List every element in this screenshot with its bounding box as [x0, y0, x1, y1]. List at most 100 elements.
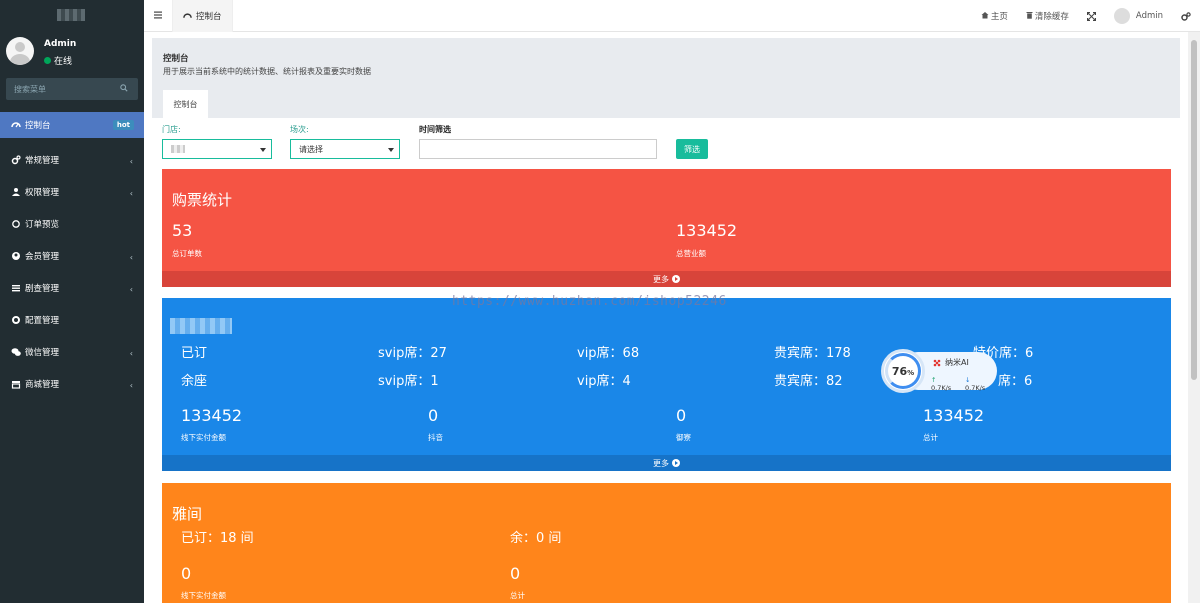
booked-label: 已订 — [181, 346, 208, 361]
time-filter-label: 时间筛选 — [419, 125, 451, 134]
tab-dashboard-sub[interactable]: 控制台 — [163, 90, 208, 118]
sidebar: Admin 在线 控制台 hot 常规管理 ‹ 权限管理 ‹ — [0, 0, 144, 603]
seat-stats-panel: 已订 svip席：27 vip席：68 贵宾席：178 特价席：6 余座 svi… — [162, 298, 1171, 471]
room-offline-value: 0 — [181, 564, 192, 583]
sidebar-menu: 控制台 hot 常规管理 ‹ 权限管理 ‹ 订单预览 会员管理 ‹ 剧查管理 ‹… — [0, 112, 144, 400]
nano-ai-logo-icon — [933, 359, 941, 366]
sidebar-item-members[interactable]: 会员管理 ‹ — [0, 240, 144, 272]
page-header: 控制台 用于展示当前系统中的统计数据、统计报表及重要实时数据 控制台 — [152, 38, 1180, 118]
session-label: 场次: — [290, 125, 309, 134]
filter-bar: 门店: 场次: 请选择 时间筛选 筛选 — [162, 124, 762, 164]
user-menu[interactable]: Admin — [1105, 8, 1172, 24]
chevron-left-icon: ‹ — [129, 189, 133, 198]
sidebar-search — [6, 78, 138, 100]
room-total-value: 0 — [510, 564, 521, 583]
douyin-value: 0 — [428, 406, 439, 425]
sidebar-item-permissions[interactable]: 权限管理 ‹ — [0, 176, 144, 208]
avatar — [6, 37, 34, 65]
session-select[interactable]: 请选择 — [290, 139, 400, 159]
shop-icon — [11, 379, 21, 389]
more-link[interactable]: 更多 — [162, 455, 1171, 471]
download-arrow-icon: ↓ — [965, 376, 971, 384]
vertical-scrollbar[interactable] — [1188, 32, 1200, 603]
memory-gauge: 76% — [881, 349, 925, 393]
booked-vip: vip席：68 — [577, 346, 640, 361]
sidebar-item-script[interactable]: 剧查管理 ‹ — [0, 272, 144, 304]
sidebar-item-config[interactable]: 配置管理 — [0, 304, 144, 336]
booked-guest: 贵宾席：178 — [774, 346, 851, 361]
offline-paid-value: 133452 — [181, 406, 243, 425]
group-icon — [11, 187, 21, 197]
widget-name: 纳米AI — [933, 357, 969, 368]
time-range-input[interactable] — [419, 139, 657, 159]
network-speed-widget[interactable]: 76% 纳米AI ↑ 0.7K/s ↓ 0.7K/s — [881, 349, 999, 393]
room-stats-panel: 雅间 已订：18 间 余：0 间 0 线下实付金额 0 总计 — [162, 483, 1171, 603]
user-circle-icon — [11, 251, 21, 261]
caret-down-icon — [260, 148, 266, 152]
total-revenue-value: 133452 — [676, 221, 738, 240]
home-link[interactable]: 主页 — [972, 10, 1017, 22]
menu-search-input[interactable] — [6, 78, 116, 100]
panel-title: 购票统计 — [172, 191, 233, 209]
hot-badge: hot — [112, 120, 134, 130]
sidebar-item-dashboard[interactable]: 控制台 hot — [0, 112, 144, 138]
dashboard-icon — [11, 120, 21, 130]
main-content: 控制台 用于展示当前系统中的统计数据、统计报表及重要实时数据 控制台 门店: 场… — [144, 32, 1188, 603]
douyin-label: 抖音 — [428, 433, 443, 442]
yuliao-label: 御寮 — [676, 433, 691, 442]
user-status: 在线 — [44, 54, 72, 67]
filter-button[interactable]: 筛选 — [676, 139, 708, 159]
seat-total-label: 总计 — [923, 433, 938, 442]
home-icon — [981, 11, 989, 21]
gear-icon — [11, 315, 21, 325]
sidebar-item-shop[interactable]: 商城管理 ‹ — [0, 368, 144, 400]
sidebar-item-orders[interactable]: 订单预览 — [0, 208, 144, 240]
wechat-icon — [11, 347, 21, 357]
chevron-left-icon: ‹ — [129, 253, 133, 262]
remain-guest: 贵宾席：82 — [774, 374, 843, 389]
store-label: 门店: — [162, 125, 181, 134]
chevron-left-icon: ‹ — [129, 349, 133, 358]
online-dot-icon — [44, 57, 51, 64]
remain-label: 余座 — [181, 374, 208, 389]
expand-icon — [1086, 11, 1096, 21]
arrow-circle-right-icon — [672, 459, 680, 467]
remain-vip: vip席：4 — [577, 374, 631, 389]
header-actions: 主页 清除缓存 Admin — [972, 0, 1200, 32]
clear-cache-link[interactable]: 清除缓存 — [1017, 10, 1078, 22]
room-booked: 已订：18 间 — [181, 531, 254, 546]
sidebar-item-wechat[interactable]: 微信管理 ‹ — [0, 336, 144, 368]
blurred-title — [170, 318, 232, 334]
store-select[interactable] — [162, 139, 272, 159]
speed-readout: ↑ 0.7K/s ↓ 0.7K/s — [931, 376, 986, 392]
room-remain: 余：0 间 — [510, 531, 562, 546]
cogs-icon — [1181, 11, 1191, 21]
chevron-left-icon: ‹ — [129, 285, 133, 294]
gauge-percent: 76% — [891, 364, 915, 378]
ticket-stats-panel: 购票统计 53 总订单数 133452 总营业额 更多 — [162, 169, 1171, 287]
hamburger-menu-icon[interactable] — [154, 11, 162, 19]
chevron-left-icon: ‹ — [129, 381, 133, 390]
sidebar-item-general[interactable]: 常规管理 ‹ — [0, 144, 144, 176]
fullscreen-button[interactable] — [1078, 11, 1105, 21]
settings-button[interactable] — [1172, 11, 1200, 21]
list-icon — [11, 283, 21, 293]
seat-total-value: 133452 — [923, 406, 985, 425]
user-name: Admin — [44, 39, 77, 49]
chevron-left-icon: ‹ — [129, 157, 133, 166]
room-total-label: 总计 — [510, 591, 525, 600]
user-panel: Admin 在线 — [0, 30, 144, 72]
scrollbar-thumb[interactable] — [1191, 40, 1197, 380]
more-link[interactable]: 更多 — [162, 271, 1171, 287]
logo[interactable] — [0, 0, 144, 30]
room-offline-label: 线下实付金额 — [181, 591, 226, 600]
arrow-circle-right-icon — [672, 275, 680, 283]
watermark-text: https://www.huzhan.com/ishop52246 — [452, 294, 727, 309]
page-title: 控制台 — [163, 54, 189, 64]
trash-icon — [1026, 11, 1033, 21]
tab-dashboard[interactable]: 控制台 — [172, 0, 233, 32]
search-icon[interactable] — [120, 84, 128, 92]
avatar — [1113, 8, 1130, 24]
page-subtitle: 用于展示当前系统中的统计数据、统计报表及重要实时数据 — [163, 67, 371, 76]
remain-special: 席：6 — [998, 374, 1033, 389]
